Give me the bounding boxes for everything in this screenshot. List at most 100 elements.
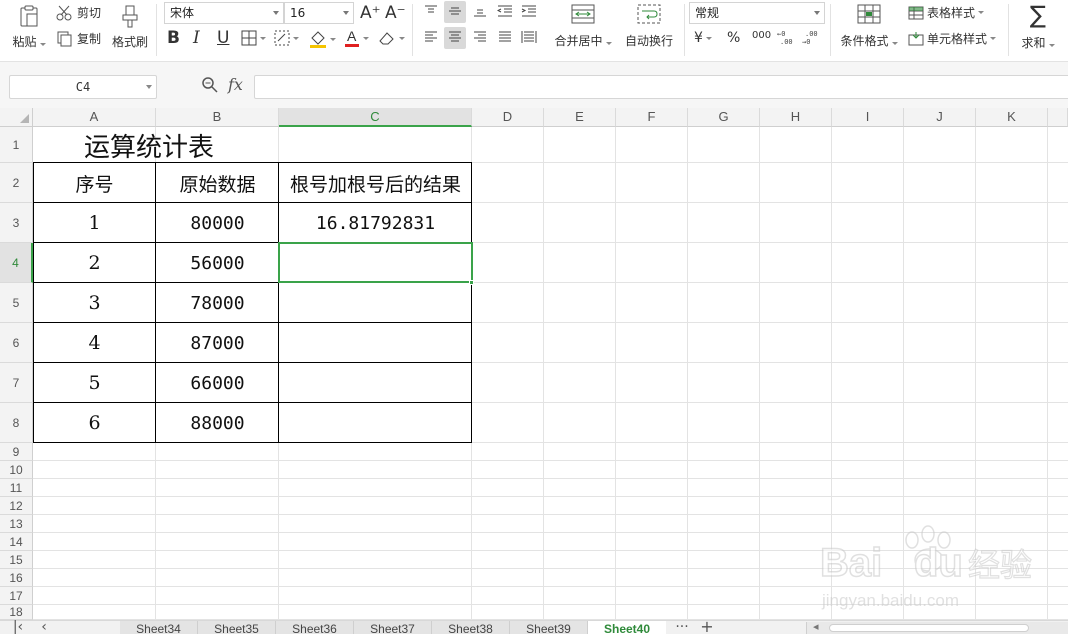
zoom-search-icon[interactable]	[201, 76, 219, 97]
sheet-tab-sheet39[interactable]: Sheet39	[510, 621, 588, 634]
fill-color-button[interactable]	[309, 30, 336, 48]
scrollbar-thumb[interactable]	[829, 624, 1029, 632]
column-header-j[interactable]: J	[904, 108, 976, 127]
cut-button[interactable]: 剪切	[56, 4, 101, 21]
row-header-3[interactable]: 3	[0, 203, 33, 243]
table-cell[interactable]: 80000	[156, 203, 279, 243]
increase-indent-button[interactable]	[518, 1, 540, 23]
align-center-button[interactable]	[444, 27, 466, 49]
table-cell[interactable]	[279, 363, 472, 403]
column-header-c[interactable]: C	[279, 108, 472, 127]
sheet-tab-sheet35[interactable]: Sheet35	[198, 621, 276, 634]
table-cell[interactable]: 4	[33, 323, 156, 363]
table-header-cell[interactable]: 原始数据	[156, 163, 279, 203]
decrease-indent-button[interactable]	[494, 1, 516, 23]
bold-button[interactable]: B	[167, 28, 180, 48]
table-cell[interactable]	[279, 323, 472, 363]
border-button[interactable]	[241, 30, 266, 46]
add-sheet-button[interactable]: +	[697, 619, 717, 634]
table-cell[interactable]: 78000	[156, 283, 279, 323]
formula-input[interactable]	[254, 75, 1068, 99]
wrap-text-button[interactable]: 自动换行	[622, 4, 676, 49]
cell-style-button[interactable]: 单元格样式	[908, 30, 997, 47]
insert-function-button[interactable]: fx	[228, 75, 243, 94]
align-left-button[interactable]	[420, 27, 442, 49]
table-cell[interactable]: 5	[33, 363, 156, 403]
distributed-button[interactable]	[518, 27, 540, 49]
increase-font-button[interactable]: A⁺	[360, 3, 381, 23]
merge-center-button[interactable]: 合并居中	[554, 4, 612, 49]
align-right-button[interactable]	[469, 27, 491, 49]
row-header-14[interactable]: 14	[0, 533, 33, 551]
decrease-decimal-button[interactable]: .00 →0	[802, 28, 820, 46]
clear-button[interactable]	[378, 30, 405, 46]
row-header-10[interactable]: 10	[0, 461, 33, 479]
table-style-button[interactable]: 表格样式	[908, 4, 985, 21]
column-header-i[interactable]: I	[832, 108, 904, 127]
table-header-cell[interactable]: 根号加根号后的结果	[279, 163, 472, 203]
number-format-select[interactable]: 常规	[689, 2, 825, 24]
column-header-k[interactable]: K	[976, 108, 1048, 127]
decrease-font-button[interactable]: A⁻	[385, 3, 406, 23]
sheet-title[interactable]: 运算统计表	[84, 130, 214, 166]
format-painter-button[interactable]: 格式刷	[110, 4, 150, 50]
first-sheet-button[interactable]: |‹	[8, 620, 28, 634]
table-cell[interactable]: 56000	[156, 243, 279, 283]
increase-decimal-button[interactable]: ←0.00	[777, 28, 795, 46]
sheet-tab-sheet38[interactable]: Sheet38	[432, 621, 510, 634]
row-header-1[interactable]: 1	[0, 127, 33, 163]
align-top-button[interactable]	[420, 1, 442, 23]
table-cell[interactable]: 87000	[156, 323, 279, 363]
column-header-g[interactable]: G	[688, 108, 760, 127]
font-size-select[interactable]: 16	[284, 2, 354, 24]
table-cell[interactable]: 1	[33, 203, 156, 243]
italic-button[interactable]: I	[193, 28, 200, 48]
thousands-separator-button[interactable]: 000	[752, 30, 771, 41]
name-box[interactable]: C4	[9, 75, 157, 99]
row-header-15[interactable]: 15	[0, 551, 33, 569]
table-header-cell[interactable]: 序号	[33, 163, 156, 203]
column-header-b[interactable]: B	[156, 108, 279, 127]
column-header-e[interactable]: E	[544, 108, 616, 127]
table-cell[interactable]: 66000	[156, 363, 279, 403]
row-header-6[interactable]: 6	[0, 323, 33, 363]
table-cell[interactable]: 2	[33, 243, 156, 283]
percent-button[interactable]: %	[727, 30, 740, 46]
active-cell-cursor[interactable]	[278, 242, 473, 283]
table-cell[interactable]: 16.81792831	[279, 203, 472, 243]
more-sheets-button[interactable]: ···	[672, 620, 692, 634]
currency-button[interactable]: ¥	[694, 30, 712, 46]
autosum-button[interactable]: ∑ 求和	[1018, 2, 1058, 51]
align-middle-button[interactable]	[444, 1, 466, 23]
row-header-4[interactable]: 4	[0, 243, 33, 283]
row-header-11[interactable]: 11	[0, 479, 33, 497]
column-header-a[interactable]: A	[33, 108, 156, 127]
row-header-8[interactable]: 8	[0, 403, 33, 443]
paste-button[interactable]: 粘贴	[12, 4, 46, 50]
align-bottom-button[interactable]	[469, 1, 491, 23]
table-cell[interactable]: 3	[33, 283, 156, 323]
cell-fill-style-button[interactable]	[274, 30, 299, 46]
table-cell[interactable]	[279, 283, 472, 323]
sheet-tab-sheet40[interactable]: Sheet40	[588, 621, 666, 634]
horizontal-scrollbar[interactable]: ◂	[806, 620, 1068, 634]
table-cell[interactable]: 88000	[156, 403, 279, 443]
row-header-17[interactable]: 17	[0, 587, 33, 605]
table-cell[interactable]: 6	[33, 403, 156, 443]
row-header-5[interactable]: 5	[0, 283, 33, 323]
fill-handle[interactable]	[469, 280, 474, 285]
select-all-corner[interactable]	[0, 108, 33, 127]
row-header-13[interactable]: 13	[0, 515, 33, 533]
font-name-select[interactable]: 宋体	[164, 2, 284, 24]
justify-button[interactable]	[494, 27, 516, 49]
row-header-2[interactable]: 2	[0, 163, 33, 203]
underline-button[interactable]: U	[217, 28, 229, 48]
row-header-16[interactable]: 16	[0, 569, 33, 587]
row-header-7[interactable]: 7	[0, 363, 33, 403]
copy-button[interactable]: 复制	[56, 30, 101, 47]
conditional-format-button[interactable]: 条件格式	[838, 4, 900, 49]
sheet-tab-sheet34[interactable]: Sheet34	[120, 621, 198, 634]
sheet-tab-sheet36[interactable]: Sheet36	[276, 621, 354, 634]
prev-sheet-button[interactable]: ‹	[34, 620, 54, 634]
column-header-d[interactable]: D	[472, 108, 544, 127]
